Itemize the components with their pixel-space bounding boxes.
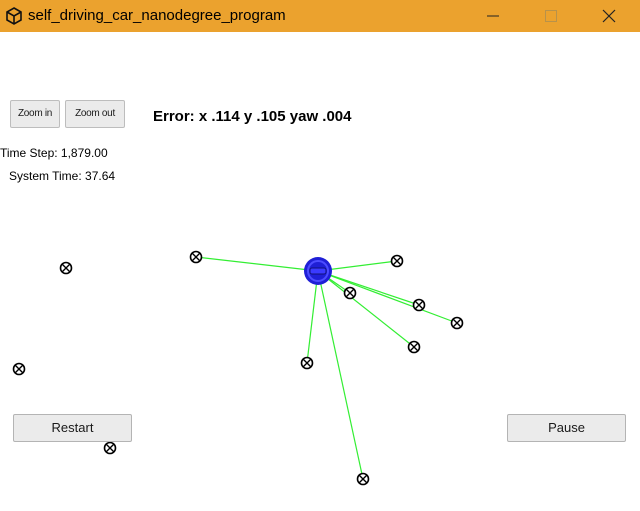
- close-button[interactable]: [586, 0, 632, 32]
- observation-line: [317, 270, 458, 324]
- maximize-button[interactable]: [528, 0, 574, 32]
- error-readout: Error: x .114 y .105 yaw .004: [153, 108, 352, 125]
- landmark-x-circle-icon: [343, 286, 357, 300]
- system-time-readout: System Time: 37.64: [9, 169, 116, 183]
- landmark-x-circle-icon: [412, 298, 426, 312]
- observation-lines: [195, 256, 458, 480]
- pause-button[interactable]: Pause: [507, 414, 626, 442]
- observation-line: [195, 256, 319, 272]
- landmark-x-circle-icon: [12, 362, 26, 376]
- window-title: self_driving_car_nanodegree_program: [28, 7, 286, 24]
- minimize-button[interactable]: [470, 0, 516, 32]
- landmark-x-circle-icon: [450, 316, 464, 330]
- maximize-icon: [545, 10, 557, 22]
- landmark-x-circle-icon: [300, 356, 314, 370]
- vehicle-icon: [304, 257, 332, 285]
- landmark-x-circle-icon: [59, 261, 73, 275]
- zoom-out-button[interactable]: Zoom out: [65, 100, 125, 128]
- unity-icon: [6, 7, 22, 25]
- title-bar[interactable]: self_driving_car_nanodegree_program: [0, 0, 640, 32]
- close-icon: [602, 9, 616, 23]
- landmark-x-circle-icon: [407, 340, 421, 354]
- landmark-x-circle-icon: [356, 472, 370, 486]
- landmark-x-circle-icon: [390, 254, 404, 268]
- minimize-icon: [487, 15, 499, 17]
- observation-line: [317, 270, 364, 480]
- zoom-in-button[interactable]: Zoom in: [10, 100, 60, 128]
- time-step-readout: Time Step: 1,879.00: [0, 146, 108, 160]
- landmarks: [12, 250, 464, 486]
- landmark-x-circle-icon: [189, 250, 203, 264]
- restart-button[interactable]: Restart: [13, 414, 132, 442]
- landmark-x-circle-icon: [103, 441, 117, 455]
